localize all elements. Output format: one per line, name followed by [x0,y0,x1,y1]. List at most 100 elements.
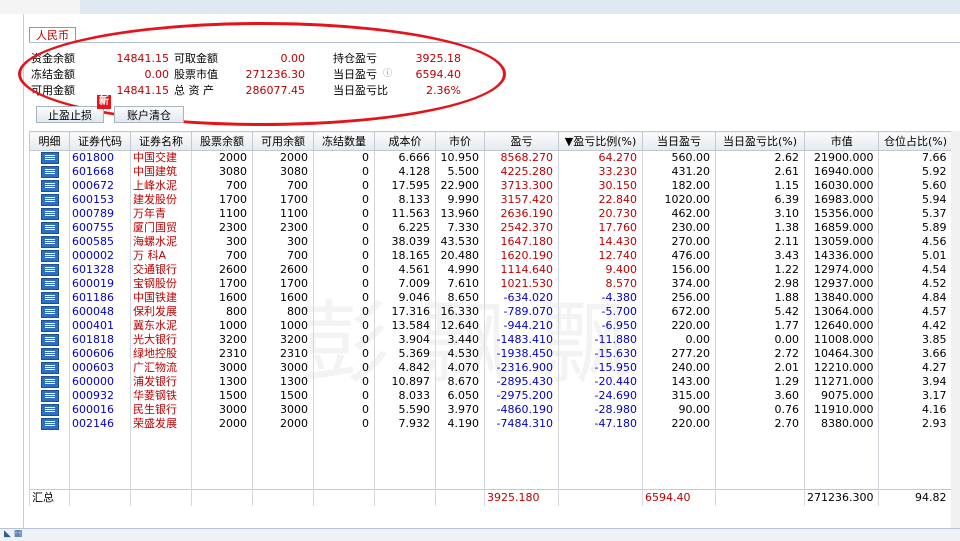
cell-stock-balance: 1600 [191,291,253,305]
detail-icon[interactable] [40,166,59,178]
detail-icon[interactable] [40,152,59,164]
row-detail-cell[interactable] [29,249,70,263]
row-detail-cell[interactable] [29,263,70,277]
table-row[interactable]: 600019 宝钢股份 1700 1700 0 7.009 7.610 1021.530 8.5… [29,277,953,291]
tab-rmb[interactable]: 人民币 [29,27,76,43]
table-row[interactable]: 600606 绿地控股 2310 2310 0 5.369 4.530 -1938.450 -1… [29,347,953,361]
col-available[interactable]: 可用余额 [252,131,314,151]
table-row[interactable]: 601328 交通银行 2600 2600 0 4.561 4.990 1114.640 9.4… [29,263,953,277]
col-frozen[interactable]: 冻结数量 [313,131,375,151]
col-day-pnl-ratio[interactable]: 当日盈亏比(%) [715,131,805,151]
table-row[interactable]: 000789 万年青 1100 1100 0 11.563 13.960 2636.190 20… [29,207,953,221]
row-detail-cell[interactable] [29,319,70,333]
col-stock-balance[interactable]: 股票余额 [191,131,253,151]
info-icon[interactable]: ⓘ [383,67,392,82]
row-detail-cell[interactable] [29,235,70,249]
table-row[interactable]: 601186 中国铁建 1600 1600 0 9.046 8.650 -634.020 -4.… [29,291,953,305]
row-detail-cell[interactable] [29,403,70,417]
cell-market-price: 8.670 [435,375,485,389]
table-row[interactable]: 000672 上峰水泥 700 700 0 17.595 22.900 3713.300 30.… [29,179,953,193]
col-market-value[interactable]: 市值 [803,131,880,151]
detail-icon[interactable] [40,250,59,262]
col-pnl[interactable]: 盈亏 [484,131,559,151]
row-detail-cell[interactable] [29,277,70,291]
col-cost-price[interactable]: 成本价 [374,131,436,151]
row-detail-cell[interactable] [29,207,70,221]
vertical-scrollbar[interactable] [951,131,960,528]
table-row[interactable]: 601668 中国建筑 3080 3080 0 4.128 5.500 4225.280 33.… [29,165,953,179]
col-market-price[interactable]: 市价 [435,131,485,151]
detail-icon[interactable] [40,264,59,276]
row-detail-cell[interactable] [29,375,70,389]
cell-frozen: 0 [313,165,375,179]
row-detail-cell[interactable] [29,361,70,375]
row-detail-cell[interactable] [29,333,70,347]
cell-pnl-ratio: 9.400 [558,263,643,277]
detail-icon[interactable] [40,320,59,332]
row-detail-cell[interactable] [29,389,70,403]
col-day-pnl[interactable]: 当日盈亏 [642,131,716,151]
row-detail-cell[interactable] [29,417,70,431]
col-pnl-ratio[interactable]: ▼盈亏比例(%) [558,131,643,151]
table-row[interactable]: 600585 海螺水泥 300 300 0 38.039 43.530 1647.180 14.… [29,235,953,249]
table-row[interactable]: 600048 保利发展 800 800 0 17.316 16.330 -789.070 -5.… [29,305,953,319]
table-row[interactable]: 601818 光大银行 3200 3200 0 3.904 3.440 -1483.410 -1… [29,333,953,347]
row-detail-cell[interactable] [29,165,70,179]
table-row[interactable]: 000932 华菱钢铁 1500 1500 0 8.033 6.050 -2975.200 -2… [29,389,953,403]
detail-icon[interactable] [40,278,59,290]
cell-name: 保利发展 [130,305,192,319]
row-detail-cell[interactable] [29,179,70,193]
detail-icon[interactable] [40,334,59,346]
row-detail-cell[interactable] [29,193,70,207]
col-detail[interactable]: 明细 [29,131,70,151]
cell-market-price: 22.900 [435,179,485,193]
cell-market-price: 5.500 [435,165,485,179]
table-row[interactable]: 600153 建发股份 1700 1700 0 8.133 9.990 3157.420 22.… [29,193,953,207]
cell-day-pnl-ratio: 1.77 [715,319,805,333]
total-position-ratio: 94.82 [878,488,953,506]
table-row[interactable]: 600000 浦发银行 1300 1300 0 10.897 8.670 -2895.430-… [29,375,953,389]
table-row[interactable]: 600016 民生银行 3000 3000 0 5.590 3.970 -4860.190 -2… [29,403,953,417]
row-detail-cell[interactable] [29,305,70,319]
detail-icon[interactable] [40,376,59,388]
table-row[interactable]: 002146 荣盛发展 2000 2000 0 7.932 4.190 -7484.310 -4… [29,417,953,431]
cell-market-price: 20.480 [435,249,485,263]
col-name[interactable]: 证券名称 [130,131,192,151]
detail-icon[interactable] [40,222,59,234]
cell-name: 华菱钢铁 [130,389,192,403]
detail-icon[interactable] [40,404,59,416]
cell-code: 000932 [69,389,131,403]
row-detail-cell[interactable] [29,150,70,165]
detail-icon[interactable] [40,390,59,402]
detail-icon[interactable] [40,362,59,374]
row-detail-cell[interactable] [29,291,70,305]
cell-available: 800 [252,305,314,319]
cell-frozen: 0 [313,150,375,165]
clear-account-button[interactable]: 账户清仓 [114,106,184,123]
cell-frozen: 0 [313,193,375,207]
detail-icon[interactable] [40,194,59,206]
total-assets-value: 286077.45 [245,84,306,97]
cell-market-value: 12974.000 [803,263,880,277]
row-detail-cell[interactable] [29,221,70,235]
detail-icon[interactable] [40,348,59,360]
cell-pnl-ratio: 8.570 [558,277,643,291]
detail-icon[interactable] [40,306,59,318]
detail-icon[interactable] [40,292,59,304]
cell-market-value: 16983.000 [803,193,880,207]
total-pnl: 3925.180 [484,488,559,506]
table-row[interactable]: 601800 中国交建 2000 2000 0 6.666 10.950 8568.270 64… [29,150,953,165]
table-row[interactable]: 000603 广汇物流 3000 3000 0 4.842 4.070 -2316.900 -1… [29,361,953,375]
cell-market-value: 11271.000 [803,375,880,389]
col-position-ratio[interactable]: 仓位占比(%) [878,131,953,151]
table-row[interactable]: 600755 厦门国贸 2300 2300 0 6.225 7.330 2542.370 17.… [29,221,953,235]
stop-profit-loss-button[interactable]: 止盈止损 [36,106,104,123]
detail-icon[interactable] [40,180,59,192]
detail-icon[interactable] [40,208,59,220]
detail-icon[interactable] [40,418,59,430]
table-row[interactable]: 000401 冀东水泥 1000 1000 0 13.584 12.640 -944.210-… [29,319,953,333]
row-detail-cell[interactable] [29,347,70,361]
detail-icon[interactable] [40,236,59,248]
col-code[interactable]: 证券代码 [69,131,131,151]
table-row[interactable]: 000002 万 科A 700 700 0 18.165 20.480 1620.190 12.… [29,249,953,263]
